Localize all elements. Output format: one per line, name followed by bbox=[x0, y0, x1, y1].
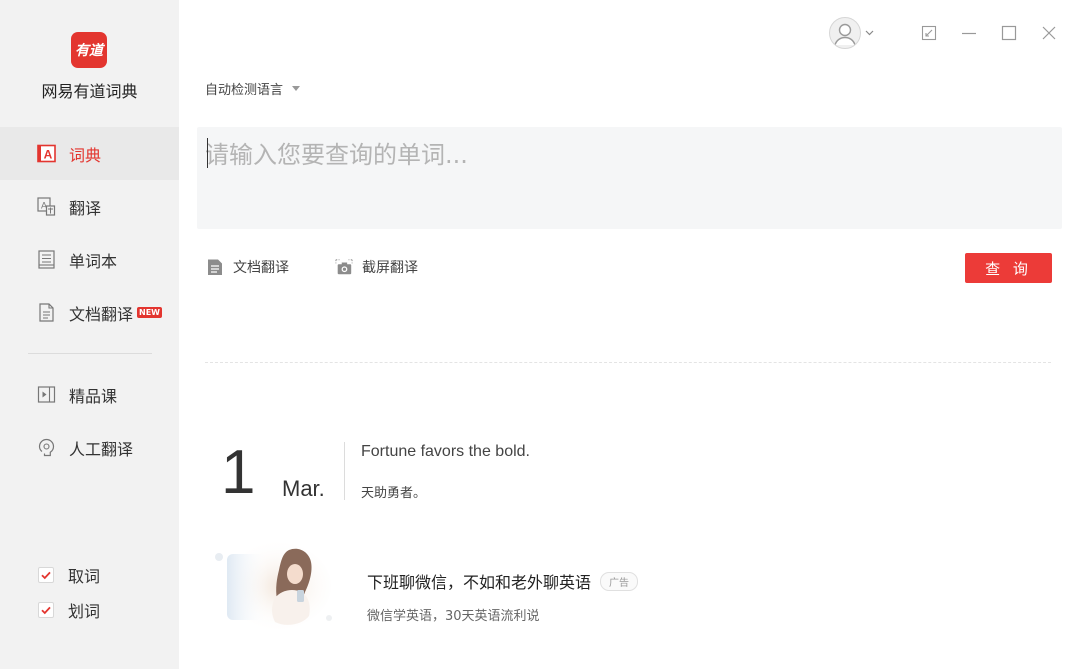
screenshot-camera-icon bbox=[335, 258, 353, 276]
maximize-icon bbox=[1001, 25, 1017, 41]
sidebar-item-label: 单词本 bbox=[69, 251, 118, 271]
caret-down-icon bbox=[292, 86, 301, 91]
language-select[interactable]: 自动检测语言 bbox=[205, 79, 301, 98]
daily-day: 1 bbox=[221, 438, 256, 507]
section-divider bbox=[205, 362, 1051, 363]
sidebar: 有道 网易有道词典 A 词典 A 翻译 单词本 文档翻译 NEW 精品课 人工翻… bbox=[0, 0, 179, 669]
toggle-capture-word[interactable]: 取词 bbox=[38, 564, 100, 586]
app-logo-text: 有道 bbox=[75, 43, 103, 59]
ad-title[interactable]: 下班聊微信，不如和老外聊英语 广告 bbox=[367, 569, 639, 593]
sidebar-item-doc-translate[interactable]: 文档翻译 NEW bbox=[0, 286, 179, 339]
sidebar-item-courses[interactable]: 精品课 bbox=[0, 368, 179, 421]
avatar[interactable] bbox=[829, 17, 861, 49]
check-icon bbox=[41, 606, 51, 615]
ad-image[interactable] bbox=[213, 540, 335, 632]
toggle-select-word[interactable]: 划词 bbox=[38, 599, 100, 621]
check-icon bbox=[41, 571, 51, 580]
screenshot-translate-label: 截屏翻译 bbox=[362, 260, 418, 276]
ad-badge: 广告 bbox=[600, 571, 639, 591]
ad-title-text: 下班聊微信，不如和老外聊英语 bbox=[367, 573, 592, 592]
mini-mode-button[interactable] bbox=[920, 24, 938, 42]
search-input[interactable] bbox=[205, 135, 1045, 175]
sidebar-item-label: 词典 bbox=[69, 145, 102, 165]
sidebar-item-human-translate[interactable]: 人工翻译 bbox=[0, 421, 179, 474]
checkbox-checked[interactable] bbox=[38, 567, 54, 583]
new-badge: NEW bbox=[137, 307, 162, 318]
maximize-button[interactable] bbox=[1000, 24, 1018, 42]
doc-translate-tool[interactable]: 文档翻译 bbox=[206, 257, 289, 277]
daily-sentence-en[interactable]: Fortune favors the bold. bbox=[361, 443, 530, 461]
sidebar-item-label: 精品课 bbox=[69, 386, 118, 406]
shrink-icon bbox=[921, 25, 937, 41]
daily-sentence-zh: 天助勇者。 bbox=[361, 486, 427, 501]
screenshot-translate-tool[interactable]: 截屏翻译 bbox=[335, 257, 418, 277]
document-icon bbox=[37, 303, 56, 322]
window-controls bbox=[829, 17, 1058, 49]
language-label: 自动检测语言 bbox=[205, 83, 284, 98]
daily-divider bbox=[344, 442, 345, 500]
sidebar-item-label: 文档翻译 bbox=[69, 304, 134, 324]
sidebar-item-translate[interactable]: A 翻译 bbox=[0, 180, 179, 233]
video-course-icon bbox=[37, 385, 56, 404]
ad-subtitle: 微信学英语，30天英语流利说 bbox=[367, 609, 540, 624]
human-translation-icon bbox=[37, 438, 56, 457]
translate-icon: A bbox=[37, 197, 56, 216]
close-icon bbox=[1042, 26, 1056, 40]
checkbox-checked[interactable] bbox=[38, 602, 54, 618]
toggle-label: 取词 bbox=[68, 567, 101, 586]
sidebar-item-wordbook[interactable]: 单词本 bbox=[0, 233, 179, 286]
svg-text:A: A bbox=[44, 148, 53, 162]
close-button[interactable] bbox=[1040, 24, 1058, 42]
app-logo: 有道 bbox=[71, 32, 107, 68]
chevron-down-icon[interactable] bbox=[865, 30, 874, 36]
dictionary-icon: A bbox=[37, 144, 56, 163]
document-icon bbox=[206, 258, 224, 276]
sidebar-item-label: 翻译 bbox=[69, 198, 102, 218]
doc-translate-label: 文档翻译 bbox=[233, 260, 289, 276]
minimize-icon bbox=[962, 32, 976, 35]
minimize-button[interactable] bbox=[960, 24, 978, 42]
sidebar-item-label: 人工翻译 bbox=[69, 439, 134, 459]
text-cursor bbox=[207, 138, 208, 168]
toggle-label: 划词 bbox=[68, 602, 101, 621]
daily-month: Mar. bbox=[282, 476, 325, 501]
search-box[interactable] bbox=[197, 127, 1062, 229]
wordbook-icon bbox=[37, 250, 56, 269]
sidebar-divider bbox=[28, 353, 152, 354]
app-name: 网易有道词典 bbox=[41, 82, 138, 101]
sidebar-item-dictionary[interactable]: A 词典 bbox=[0, 127, 179, 180]
user-avatar-icon bbox=[834, 23, 856, 46]
query-button[interactable]: 查 询 bbox=[965, 253, 1052, 283]
